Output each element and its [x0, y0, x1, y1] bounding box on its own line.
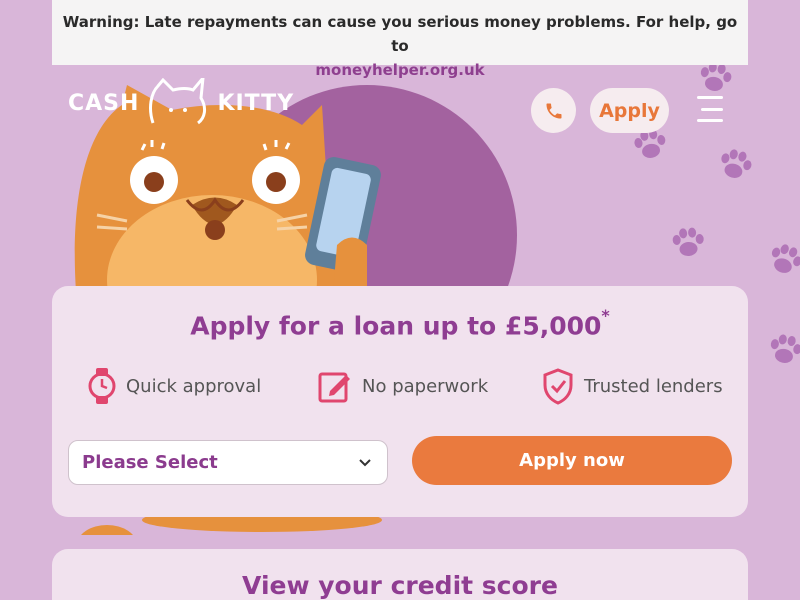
menu-line [697, 96, 723, 99]
select-value: Please Select [82, 452, 218, 473]
cat-logo-icon [149, 78, 207, 125]
cash-kitty-logo[interactable]: CASH KITTY [68, 78, 294, 128]
feature-no-paperwork: No paperwork [318, 366, 488, 406]
logo-text-cash: CASH [68, 90, 140, 116]
loan-card-title-text: Apply for a loan up to £5,000 [190, 311, 602, 341]
loan-card-title: Apply for a loan up to £5,000* [52, 306, 748, 341]
logo-text-kitty: KITTY [217, 90, 295, 116]
edit-icon [318, 372, 350, 403]
credit-score-card: View your credit score [52, 549, 748, 600]
feature-trusted-lenders: Trusted lenders [542, 366, 723, 406]
credit-score-title: View your credit score [242, 571, 558, 600]
loan-amount-select[interactable]: Please Select [68, 440, 388, 485]
hamburger-menu-button[interactable] [695, 96, 723, 122]
apply-header-button[interactable]: Apply [590, 88, 669, 133]
feature-label: Quick approval [126, 375, 262, 397]
menu-line [701, 107, 723, 111]
loan-application-card: Apply for a loan up to £5,000* Quick app… [52, 286, 748, 517]
menu-line [697, 119, 723, 122]
feature-quick-approval: Quick approval [88, 366, 261, 406]
feature-label: Trusted lenders [584, 375, 723, 397]
phone-icon [546, 103, 561, 118]
watch-icon [88, 368, 116, 404]
call-button[interactable] [531, 88, 576, 133]
feature-label: No paperwork [362, 375, 489, 397]
apply-now-button[interactable]: Apply now [412, 436, 732, 485]
chevron-down-icon [359, 459, 371, 467]
warning-banner: Warning: Late repayments can cause you s… [52, 0, 748, 79]
shield-check-icon [543, 368, 573, 405]
footnote-mark: * [601, 306, 610, 325]
warning-text: Warning: Late repayments can cause you s… [62, 13, 738, 55]
